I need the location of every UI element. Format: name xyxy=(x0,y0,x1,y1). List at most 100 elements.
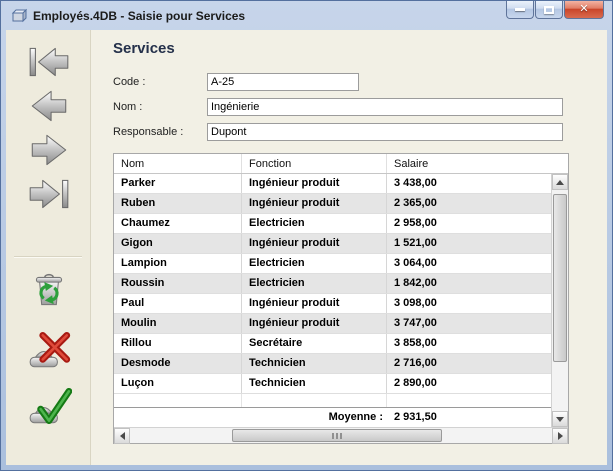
previous-record-button[interactable] xyxy=(24,84,74,128)
table-cell: Desmode xyxy=(114,354,242,373)
field-row-code: Code : xyxy=(113,73,607,91)
table-cell: Technicien xyxy=(242,354,387,373)
table-row[interactable]: DesmodeTechnicien2 716,00 xyxy=(114,354,568,374)
table-cell: Secrétaire xyxy=(242,334,387,353)
average-label: Moyenne : xyxy=(242,408,387,427)
empty-cell xyxy=(114,394,242,407)
table-cell: Ingénieur produit xyxy=(242,234,387,253)
table-cell: Electricien xyxy=(242,274,387,293)
vertical-scrollbar[interactable] xyxy=(551,174,568,427)
titlebar[interactable]: Employés.4DB - Saisie pour Services ✕ xyxy=(1,1,612,30)
previous-record-icon xyxy=(26,87,72,125)
code-input[interactable] xyxy=(207,73,359,91)
table-cell: 1 842,00 xyxy=(387,274,553,293)
vertical-scroll-thumb[interactable] xyxy=(553,194,567,362)
table-cell: Luçon xyxy=(114,374,242,393)
table-row[interactable]: GigonIngénieur produit1 521,00 xyxy=(114,234,568,254)
code-label: Code : xyxy=(113,76,207,88)
table-cell: Ingénieur produit xyxy=(242,314,387,333)
nom-label: Nom : xyxy=(113,101,207,113)
table-row[interactable]: RubenIngénieur produit2 365,00 xyxy=(114,194,568,214)
table-cell: 2 716,00 xyxy=(387,354,553,373)
grip-icon xyxy=(336,433,338,439)
table-cell: 2 365,00 xyxy=(387,194,553,213)
table-cell: Electricien xyxy=(242,214,387,233)
horizontal-scrollbar[interactable] xyxy=(114,427,568,443)
next-record-button[interactable] xyxy=(24,128,74,172)
horizontal-scroll-thumb[interactable] xyxy=(232,429,442,442)
table-row[interactable]: LampionElectricien3 064,00 xyxy=(114,254,568,274)
form-title: Services xyxy=(113,40,607,57)
table-cell: 2 958,00 xyxy=(387,214,553,233)
delete-record-button[interactable] xyxy=(24,268,74,312)
red-cross-icon xyxy=(26,328,72,372)
toolbar-separator xyxy=(14,256,82,258)
table-cell: 1 521,00 xyxy=(387,234,553,253)
table-cell: Ingénieur produit xyxy=(242,194,387,213)
field-row-responsable: Responsable : xyxy=(113,123,607,141)
field-row-nom: Nom : xyxy=(113,98,607,116)
table-cell: Ruben xyxy=(114,194,242,213)
first-record-button[interactable] xyxy=(24,40,74,84)
responsable-label: Responsable : xyxy=(113,126,207,138)
window-controls: ✕ xyxy=(505,1,604,19)
column-header-fonction[interactable]: Fonction xyxy=(242,154,387,173)
table-cell: 2 890,00 xyxy=(387,374,553,393)
table-cell: Gigon xyxy=(114,234,242,253)
arrow-down-icon xyxy=(556,417,564,422)
table-empty-row xyxy=(114,394,568,407)
last-record-button[interactable] xyxy=(24,172,74,216)
minimize-button[interactable] xyxy=(506,1,534,19)
scroll-down-button[interactable] xyxy=(552,411,568,427)
table-row[interactable]: RoussinElectricien1 842,00 xyxy=(114,274,568,294)
app-icon xyxy=(11,8,27,24)
employees-table: Nom Fonction Salaire ParkerIngénieur pro… xyxy=(113,153,569,444)
cancel-button[interactable] xyxy=(24,328,74,372)
average-value: 2 931,50 xyxy=(387,408,437,427)
table-cell: Parker xyxy=(114,174,242,193)
arrow-right-icon xyxy=(558,432,563,440)
arrow-left-icon xyxy=(120,432,125,440)
table-cell: Rillou xyxy=(114,334,242,353)
table-cell: Electricien xyxy=(242,254,387,273)
first-record-icon xyxy=(26,43,72,81)
empty-cell xyxy=(242,394,387,407)
table-row[interactable]: ParkerIngénieur produit3 438,00 xyxy=(114,174,568,194)
column-header-nom[interactable]: Nom xyxy=(114,154,242,173)
table-row[interactable]: PaulIngénieur produit3 098,00 xyxy=(114,294,568,314)
column-header-salaire[interactable]: Salaire xyxy=(387,154,553,173)
table-cell: Lampion xyxy=(114,254,242,273)
window-title: Employés.4DB - Saisie pour Services xyxy=(33,9,245,23)
table-cell: 3 064,00 xyxy=(387,254,553,273)
last-record-icon xyxy=(26,175,72,213)
maximize-button[interactable] xyxy=(535,1,563,19)
validate-button[interactable] xyxy=(24,384,74,428)
table-cell: Moulin xyxy=(114,314,242,333)
table-header: Nom Fonction Salaire xyxy=(114,154,568,174)
scroll-left-button[interactable] xyxy=(114,428,130,444)
arrow-up-icon xyxy=(556,180,564,185)
responsable-input[interactable] xyxy=(207,123,563,141)
table-cell: Chaumez xyxy=(114,214,242,233)
table-cell: Ingénieur produit xyxy=(242,174,387,193)
table-row[interactable]: LuçonTechnicien2 890,00 xyxy=(114,374,568,394)
close-icon: ✕ xyxy=(579,4,588,15)
table-cell: Technicien xyxy=(242,374,387,393)
app-window: Employés.4DB - Saisie pour Services ✕ xyxy=(0,0,613,471)
table-footer: Moyenne : 2 931,50 xyxy=(114,407,568,427)
close-button[interactable]: ✕ xyxy=(564,1,604,19)
table-row[interactable]: RillouSecrétaire3 858,00 xyxy=(114,334,568,354)
table-cell: Paul xyxy=(114,294,242,313)
scroll-right-button[interactable] xyxy=(552,428,568,444)
nom-input[interactable] xyxy=(207,98,563,116)
table-cell: 3 098,00 xyxy=(387,294,553,313)
table-row[interactable]: ChaumezElectricien2 958,00 xyxy=(114,214,568,234)
table-body: ParkerIngénieur produit3 438,00RubenIngé… xyxy=(114,174,568,394)
table-cell: Roussin xyxy=(114,274,242,293)
record-toolbar xyxy=(6,30,91,465)
table-cell: 3 747,00 xyxy=(387,314,553,333)
table-row[interactable]: MoulinIngénieur produit3 747,00 xyxy=(114,314,568,334)
table-cell: Ingénieur produit xyxy=(242,294,387,313)
empty-cell xyxy=(387,394,553,407)
scroll-up-button[interactable] xyxy=(552,174,568,190)
